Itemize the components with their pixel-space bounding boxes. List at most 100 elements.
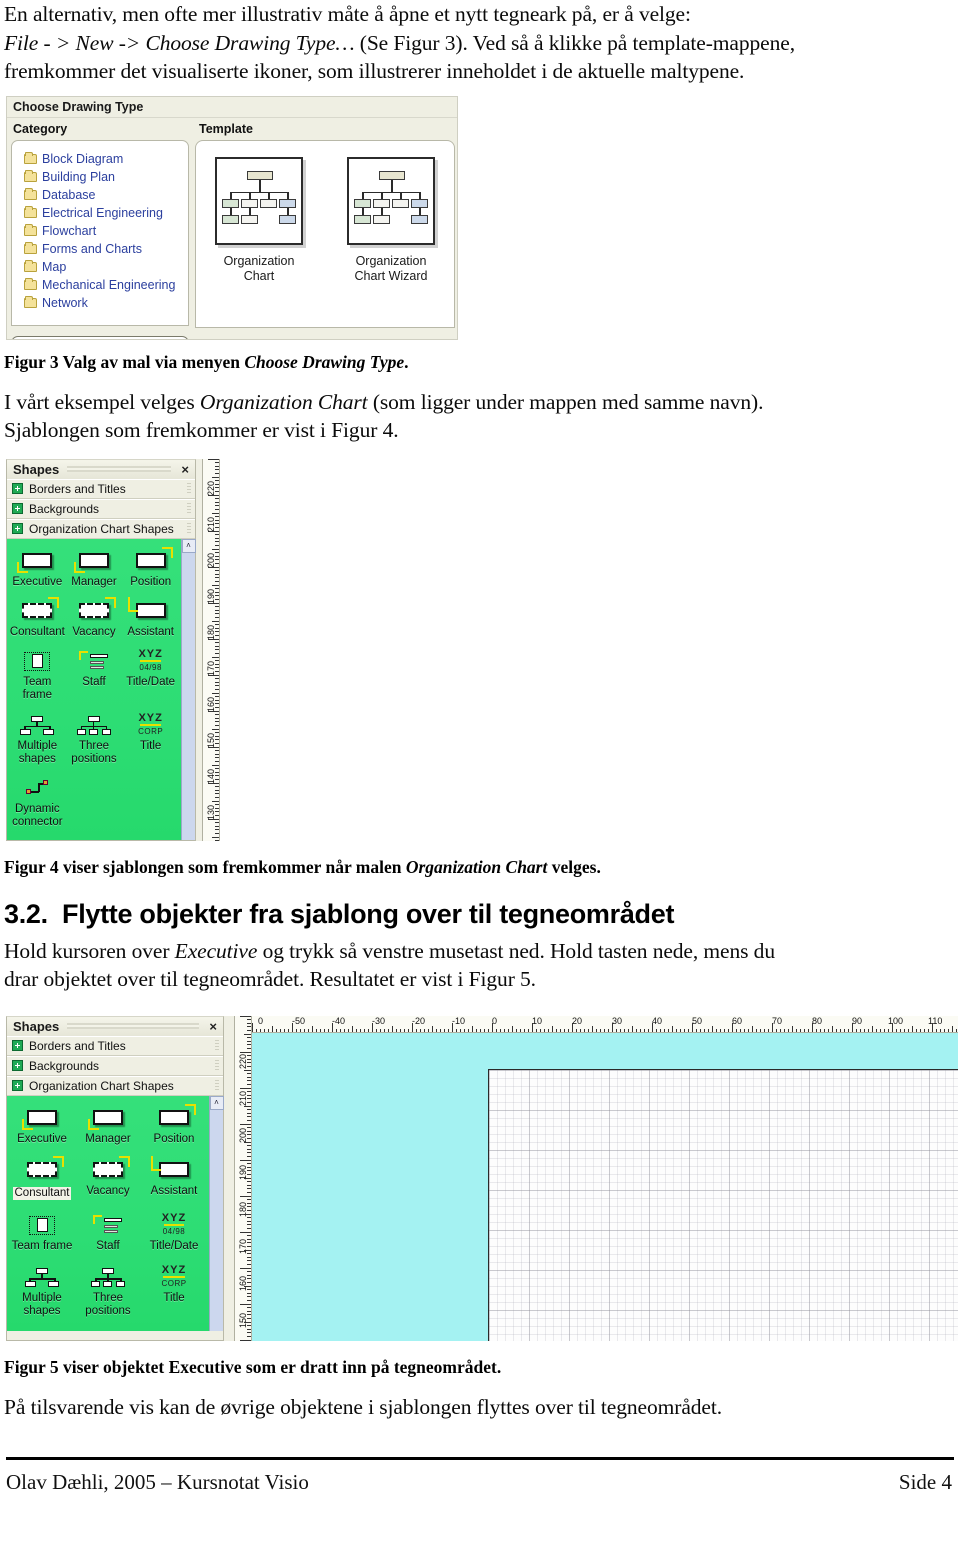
- shape-three-positions[interactable]: Three positions: [66, 709, 123, 772]
- stencil-shape-area[interactable]: Executive Manager Position Consultant Va…: [7, 1095, 224, 1331]
- stencil-vertical-scrollbar[interactable]: ˄: [209, 1095, 224, 1331]
- shape-three-positions[interactable]: Three positions: [75, 1261, 141, 1326]
- ruler-tick: [215, 757, 219, 759]
- stencil-header-organization-chart-shapes[interactable]: Organization Chart Shapes: [7, 1075, 223, 1096]
- shape-position[interactable]: Position: [122, 545, 179, 595]
- close-icon[interactable]: ×: [207, 1019, 219, 1034]
- para-pre: I vårt eksempel velges: [4, 389, 200, 414]
- drag-bar[interactable]: [67, 1023, 200, 1029]
- choose-drawing-type-dialog[interactable]: Choose Drawing Type Category Block Diagr…: [6, 95, 458, 340]
- category-item-block-diagram[interactable]: Block Diagram: [12, 150, 188, 168]
- shape-label: Position: [130, 575, 172, 588]
- stencil-header-organization-chart-shapes[interactable]: Organization Chart Shapes: [7, 518, 195, 539]
- ruler-tick: [692, 1022, 693, 1032]
- stencil-header-borders-and-titles[interactable]: Borders and Titles: [7, 478, 195, 499]
- category-item-forms-and-charts[interactable]: Forms and Charts: [12, 240, 188, 258]
- ruler-tick: [536, 1028, 537, 1032]
- shape-title-date[interactable]: XYZ 04/98 Title/Date: [122, 645, 179, 708]
- shape-title[interactable]: XYZ CORP Title: [141, 1261, 207, 1326]
- shape-vacancy[interactable]: Vacancy: [66, 595, 123, 645]
- shape-dynamic-connector[interactable]: Dynamic connector: [9, 772, 66, 835]
- shape-team-frame[interactable]: Team frame: [9, 1209, 75, 1261]
- stencil-vertical-scrollbar[interactable]: ˄: [181, 538, 196, 840]
- category-item-flowchart[interactable]: Flowchart: [12, 222, 188, 240]
- template-item-organization-chart-wizard[interactable]: Organization Chart Wizard: [339, 156, 443, 327]
- ruler-tick: [336, 1028, 337, 1032]
- ruler-tick: [828, 1028, 829, 1032]
- ruler-tick: [215, 696, 219, 698]
- category-item-mechanical-engineering[interactable]: Mechanical Engineering: [12, 276, 188, 294]
- shape-consultant[interactable]: Consultant: [9, 595, 66, 645]
- caption-prefix: Figur 4 viser sjablongen som fremkommer …: [4, 856, 406, 877]
- stencil-header-backgrounds[interactable]: Backgrounds: [7, 498, 195, 519]
- shape-executive[interactable]: Executive: [9, 545, 66, 595]
- grip-icon: [187, 482, 191, 495]
- shape-manager[interactable]: Manager: [66, 545, 123, 595]
- title-bottom: CORP: [161, 1279, 187, 1289]
- ruler-tick: [812, 1022, 813, 1032]
- intro-line-2: File - > New -> Choose Drawing Type… (Se…: [4, 29, 956, 58]
- category-list[interactable]: Block Diagram Building Plan Database Ele…: [11, 139, 189, 326]
- stencil-header-borders-and-titles[interactable]: Borders and Titles: [7, 1035, 223, 1056]
- ruler-tick: [356, 1028, 357, 1032]
- shape-position[interactable]: Position: [141, 1102, 207, 1154]
- scroll-up-icon[interactable]: ˄: [181, 538, 196, 553]
- shape-title[interactable]: XYZ CORP Title: [122, 709, 179, 772]
- ruler-tick: [952, 1025, 953, 1032]
- ruler-tick: [552, 1025, 553, 1032]
- category-item-electrical-engineering[interactable]: Electrical Engineering: [12, 204, 188, 222]
- ruler-tick: [788, 1028, 789, 1032]
- ruler-tick: [892, 1022, 893, 1032]
- shape-multiple-shapes[interactable]: Multiple shapes: [9, 709, 66, 772]
- category-item-building-plan[interactable]: Building Plan: [12, 168, 188, 186]
- ruler-tick: [272, 1025, 273, 1032]
- ruler-tick: [256, 1028, 257, 1032]
- drag-bar[interactable]: [67, 466, 172, 472]
- ruler-tick: [215, 732, 219, 734]
- shape-staff[interactable]: Staff: [75, 1209, 141, 1261]
- ruler-tick: [428, 1028, 429, 1032]
- grip-icon: [215, 1079, 219, 1092]
- ruler-tick: [215, 832, 219, 834]
- drawing-page-sheet[interactable]: Name Title ✳ ✳ ✳ ✳: [488, 1068, 958, 1341]
- shapes-panel[interactable]: Shapes × Borders and Titles Backgrounds …: [6, 458, 196, 841]
- shapes-panel[interactable]: Shapes × Borders and Titles Backgrounds …: [6, 1015, 224, 1341]
- template-item-organization-chart[interactable]: Organization Chart: [207, 156, 311, 327]
- close-icon[interactable]: ×: [179, 462, 191, 477]
- ruler-tick: [260, 1028, 261, 1032]
- ruler-tick: [215, 670, 219, 672]
- shape-vacancy[interactable]: Vacancy: [75, 1154, 141, 1209]
- shape-staff[interactable]: Staff: [66, 645, 123, 708]
- category-item-database[interactable]: Database: [12, 186, 188, 204]
- ruler-tick: [268, 1028, 269, 1032]
- shape-manager[interactable]: Manager: [75, 1102, 141, 1154]
- caption-suffix: .: [404, 351, 409, 372]
- category-item-map[interactable]: Map: [12, 258, 188, 276]
- stencil-shape-area[interactable]: Executive Manager Position Consultant Va…: [7, 538, 196, 840]
- manager-shape-icon: [75, 1105, 141, 1131]
- figure4-shapes-stencil[interactable]: Shapes × Borders and Titles Backgrounds …: [6, 458, 230, 841]
- shape-assistant[interactable]: Assistant: [122, 595, 179, 645]
- category-item-organization-chart-selected[interactable]: Organization Chart: [11, 335, 189, 339]
- ruler-label: -50: [292, 1015, 306, 1026]
- shape-executive[interactable]: Executive: [9, 1102, 75, 1154]
- ruler-tick: [884, 1028, 885, 1032]
- shape-consultant[interactable]: Consultant: [9, 1154, 75, 1209]
- shape-multiple-shapes[interactable]: Multiple shapes: [9, 1261, 75, 1326]
- category-item-network[interactable]: Network: [12, 294, 188, 312]
- template-label: Organization Chart: [223, 253, 295, 283]
- scroll-up-icon[interactable]: ˄: [209, 1095, 224, 1110]
- template-list[interactable]: Organization Chart Organization Chart Wi…: [195, 139, 455, 328]
- shape-assistant[interactable]: Assistant: [141, 1154, 207, 1209]
- shape-title-date[interactable]: XYZ 04/98 Title/Date: [141, 1209, 207, 1261]
- shape-label: Executive: [12, 575, 63, 588]
- shapes-panel-title: Shapes: [13, 1018, 60, 1034]
- shape-team-frame[interactable]: Team frame: [9, 645, 66, 708]
- stencil-header-backgrounds[interactable]: Backgrounds: [7, 1055, 223, 1076]
- ruler-tick: [247, 1274, 251, 1276]
- ruler-tick: [247, 1253, 251, 1255]
- drawing-window[interactable]: 0 -50 -40 -30 -20 -10 0 10 20 30 40 50 6…: [252, 1015, 958, 1341]
- figure5-visio-window[interactable]: Shapes × Borders and Titles Backgrounds …: [6, 1015, 958, 1341]
- drawing-canvas[interactable]: Name Title ✳ ✳ ✳ ✳: [252, 1032, 958, 1341]
- ruler-tick: [215, 706, 219, 708]
